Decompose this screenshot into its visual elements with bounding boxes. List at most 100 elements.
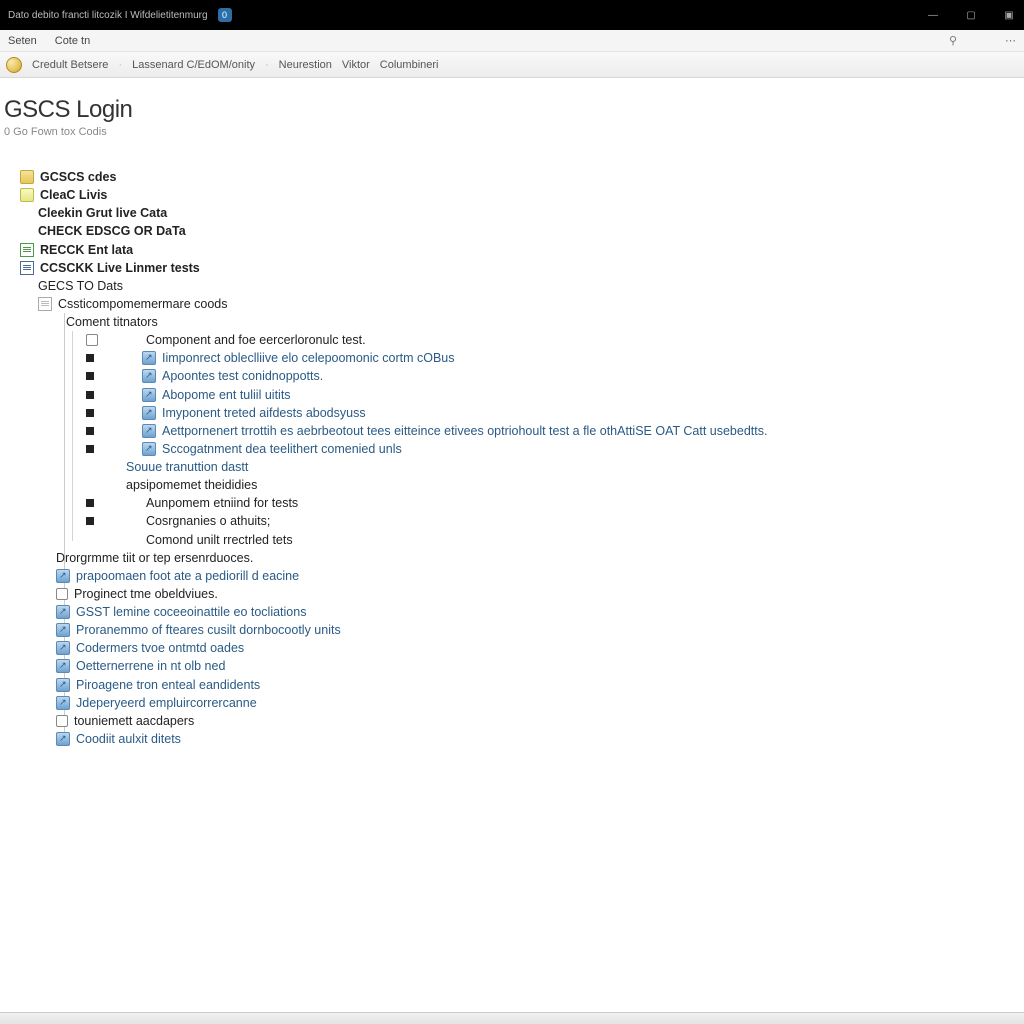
link-icon [142,351,156,365]
tree-leaf[interactable]: Cosrgnanies o athuits; [86,512,1024,530]
checkbox-icon[interactable] [86,334,98,346]
tree-node[interactable]: Coment titnators [66,313,1024,331]
link-icon [56,569,70,583]
tree-label: prapoomaen foot ate a pediorill d eacine [76,567,299,585]
tree-node[interactable]: Drorgrmme tiit or tep ersenrduoces. [56,549,1024,567]
tree-label: Coment titnators [66,313,158,331]
tree-leaf[interactable]: touniemett aacdapers [56,712,1024,730]
tree-leaf[interactable]: prapoomaen foot ate a pediorill d eacine [56,567,1024,585]
tree-label: Coodiit aulxit ditets [76,730,181,748]
page-icon [38,297,52,311]
tree-label: Codermers tvoe ontmtd oades [76,639,244,657]
window-titlebar: Dato debito francti litcozik I Wifdeliet… [0,0,1024,30]
link-icon [56,623,70,637]
tree-leaf[interactable]: Proranemmo of fteares cusilt dornbocootl… [56,621,1024,639]
tree-leaf[interactable]: Component and foe eercerloronulc test. [86,331,1024,349]
folder-icon [20,170,34,184]
tree-label: Comond unilt rrectrled tets [146,531,293,549]
globe-icon [6,57,22,73]
crumb-separator: · [118,59,122,71]
breadcrumb-item[interactable]: Neurestion [279,59,332,71]
breadcrumb-item[interactable]: Lassenard C/EdOM/onity [132,59,255,71]
checkbox-icon[interactable] [56,588,68,600]
breadcrumb-item[interactable]: Viktor [342,59,370,71]
tree-node[interactable]: CleaC Livis [20,186,1024,204]
link-icon [56,696,70,710]
tree-leaf[interactable]: Codermers tvoe ontmtd oades [56,639,1024,657]
tree-leaf[interactable]: apsipomemet theididies [126,476,1024,494]
tree-label: Apoontes test conidnoppotts. [162,367,323,385]
tree-label: Souue tranuttion dastt [126,458,248,476]
tree-label: Component and foe eercerloronulc test. [146,331,366,349]
menu-item[interactable]: Seten [8,35,37,47]
tree-leaf[interactable]: Souue tranuttion dastt [126,458,1024,476]
link-icon [56,678,70,692]
tree-label: Jdeperyeerd empluircorrercanne [76,694,257,712]
link-icon [142,442,156,456]
page-content: GSCS Login 0 Go Fown tox Codis GCSCS cde… [0,78,1024,1012]
tree-label: GECS TO Dats [38,277,123,295]
maximize-icon[interactable]: ▢ [964,8,978,22]
bullet-icon [86,445,94,453]
tree-node[interactable]: GECS TO Dats [38,277,1024,295]
breadcrumb-toolbar: Credult Betsere · Lassenard C/EdOM/onity… [0,52,1024,78]
tree-label: CHECK EDSCG OR DaTa [38,222,186,240]
tree-leaf[interactable]: GSST lemine coceeoinattile eo tocliation… [56,603,1024,621]
link-icon [142,369,156,383]
tree-node[interactable]: GCSCS cdes [20,168,1024,186]
tree-leaf[interactable]: Coodiit aulxit ditets [56,730,1024,748]
tree-node[interactable]: CCSCKK Live Linmer tests [20,259,1024,277]
tree-label: RECCK Ent lata [40,241,133,259]
tree-label: Cssticompomemermare coods [58,295,228,313]
tree-leaf[interactable]: Oetternerrene in nt olb ned [56,657,1024,675]
tree-leaf[interactable]: Jdeperyeerd empluircorrercanne [56,694,1024,712]
link-icon [56,641,70,655]
page-subtitle: 0 Go Fown tox Codis [0,124,1024,138]
breadcrumb-item[interactable]: Credult Betsere [32,59,108,71]
checkbox-icon[interactable] [56,715,68,727]
menu-item[interactable]: Cote tn [55,35,90,47]
tree-label: touniemett aacdapers [74,712,194,730]
close-icon[interactable]: ▣ [1002,8,1016,22]
search-icon[interactable]: ⚲ [949,34,957,47]
tree-label: Imyponent treted aifdests abodsyuss [162,404,366,422]
bullet-icon [86,499,94,507]
tree-label: Piroagene tron enteal eandidents [76,676,260,694]
tree-leaf[interactable]: Aunpomem etniind for tests [86,494,1024,512]
bullet-icon [86,391,94,399]
options-icon[interactable]: ⋯ [1005,34,1016,47]
tree-label: Cleekin Grut live Cata [38,204,167,222]
tree-leaf[interactable]: Proginect tme obeldviues. [56,585,1024,603]
tree-leaf[interactable]: Sccogatnment dea teelithert comenied unl… [86,440,1024,458]
tab-title: Dato debito francti litcozik I Wifdeliet… [8,10,208,21]
tree-leaf[interactable]: Piroagene tron enteal eandidents [56,676,1024,694]
link-icon [56,605,70,619]
minimize-icon[interactable]: — [926,8,940,22]
tree-node[interactable]: Cssticompomemermare coods [38,295,1024,313]
tree-leaf[interactable]: Apoontes test conidnoppotts. [86,367,1024,385]
breadcrumb-item[interactable]: Columbineri [380,59,439,71]
folder-icon [20,188,34,202]
tree-node[interactable]: RECCK Ent lata [20,241,1024,259]
browser-tab[interactable]: Dato debito francti litcozik I Wifdeliet… [8,8,232,22]
link-icon [56,659,70,673]
tree-label: Abopome ent tuliil uitits [162,386,291,404]
tree-label: CCSCKK Live Linmer tests [40,259,200,277]
tree-label: apsipomemet theididies [126,476,257,494]
tree-leaf[interactable]: Iimponrect obleclliive elo celepoomonic … [86,349,1024,367]
tree-label: GCSCS cdes [40,168,116,186]
tree-label: Proginect tme obeldviues. [74,585,218,603]
tree-node[interactable]: Cleekin Grut live Cata [38,204,1024,222]
tree-leaf[interactable]: Imyponent treted aifdests abodsyuss [86,404,1024,422]
tree-label: Sccogatnment dea teelithert comenied unl… [162,440,402,458]
tree-view: GCSCS cdes CleaC Livis Cleekin Grut live… [20,168,1024,748]
link-icon [142,406,156,420]
link-icon [142,388,156,402]
tree-leaf[interactable]: Abopome ent tuliil uitits [86,386,1024,404]
menu-bar: Seten Cote tn ⚲ ⋯ [0,30,1024,52]
tree-node[interactable]: CHECK EDSCG OR DaTa [38,222,1024,240]
tree-leaf[interactable]: Aettpornenert trrottih es aebrbeotout te… [86,422,1024,440]
doc-icon [20,261,34,275]
status-bar [0,1012,1024,1024]
tree-leaf[interactable]: Comond unilt rrectrled tets [86,531,1024,549]
